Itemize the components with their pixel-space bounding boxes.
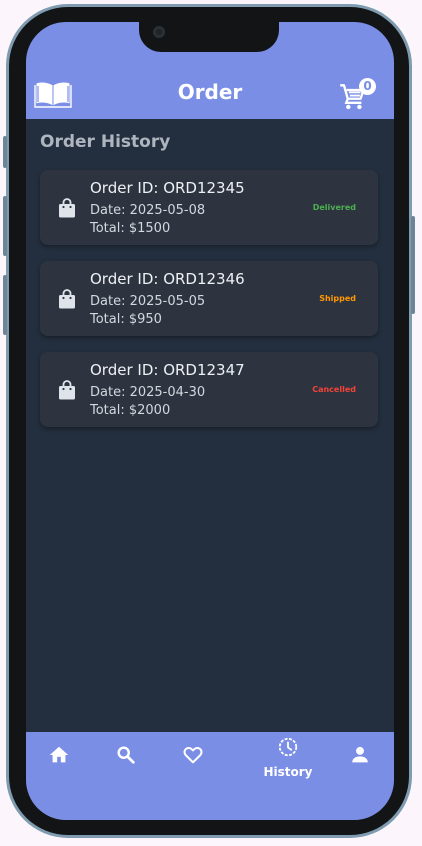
- screen: Order 0 Order History Order ID: ORD12345…: [26, 22, 394, 820]
- order-status-badge: Delivered: [312, 203, 356, 212]
- side-button-power: [411, 216, 415, 314]
- shopping-bag-icon: [59, 380, 75, 400]
- nav-item-favorites[interactable]: [173, 744, 213, 784]
- home-icon: [49, 746, 69, 763]
- camera: [153, 26, 165, 38]
- nav-label-history: History: [263, 765, 313, 779]
- search-icon: [117, 746, 135, 764]
- nav-item-home[interactable]: [39, 744, 79, 784]
- bottom-navigation: History: [26, 732, 394, 820]
- order-total: Total: $2000: [90, 403, 171, 418]
- order-date: Date: 2025-05-08: [90, 203, 206, 218]
- order-status-badge: Cancelled: [312, 385, 356, 394]
- order-card[interactable]: Order ID: ORD12347 Date: 2025-04-30 Tota…: [40, 352, 378, 427]
- order-status-badge: Shipped: [319, 294, 356, 303]
- nav-item-search[interactable]: [106, 744, 146, 784]
- order-id: Order ID: ORD12346: [90, 270, 245, 288]
- section-title: Order History: [40, 132, 171, 152]
- side-button-volume-up: [3, 196, 7, 256]
- side-button-volume-down: [3, 275, 7, 335]
- person-icon: [352, 746, 368, 763]
- order-total: Total: $950: [90, 312, 162, 327]
- history-icon: [278, 737, 298, 757]
- nav-item-profile[interactable]: [340, 744, 380, 784]
- order-card[interactable]: Order ID: ORD12345 Date: 2025-05-08 Tota…: [40, 170, 378, 245]
- order-id: Order ID: ORD12347: [90, 361, 245, 379]
- shopping-bag-icon: [59, 198, 75, 218]
- order-list: Order ID: ORD12345 Date: 2025-05-08 Tota…: [40, 170, 378, 443]
- order-date: Date: 2025-04-30: [90, 385, 206, 400]
- heart-icon: [183, 747, 203, 764]
- notch: [139, 22, 279, 52]
- shopping-bag-icon: [59, 289, 75, 309]
- side-button-silent: [3, 136, 7, 168]
- order-id: Order ID: ORD12345: [90, 179, 245, 197]
- order-card[interactable]: Order ID: ORD12346 Date: 2025-05-05 Tota…: [40, 261, 378, 336]
- cart-count-badge: 0: [359, 78, 376, 95]
- order-date: Date: 2025-05-05: [90, 294, 206, 309]
- order-total: Total: $1500: [90, 221, 171, 236]
